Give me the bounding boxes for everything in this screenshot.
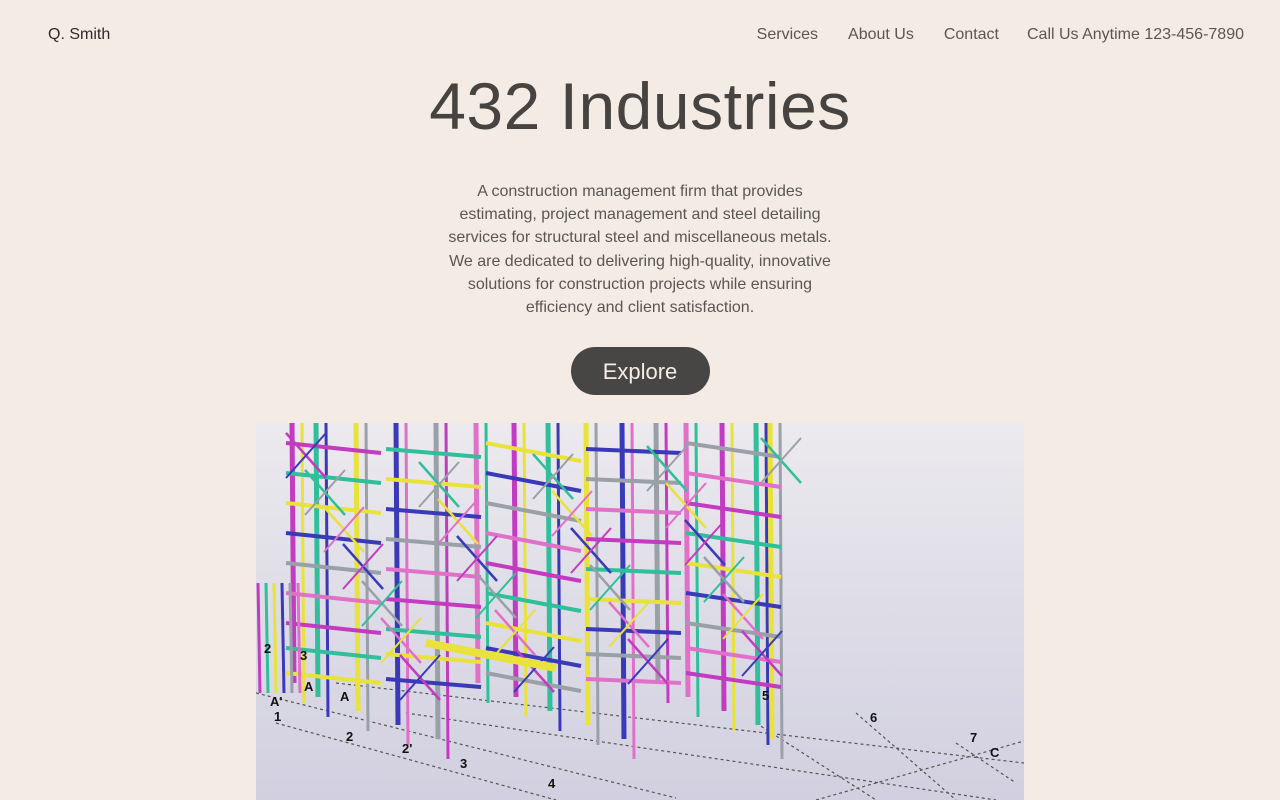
steel-column	[664, 423, 670, 704]
grid-label: C	[990, 745, 1000, 760]
steel-column	[256, 582, 262, 694]
grid-label: 2'	[402, 741, 412, 756]
steel-beam	[425, 639, 557, 672]
grid-label: A	[340, 689, 350, 704]
explore-button[interactable]: Explore	[570, 347, 710, 396]
hero-section: 432 Industries A construction management…	[0, 68, 1280, 396]
steel-column	[324, 423, 330, 718]
steel-column	[653, 423, 661, 684]
nav-contact[interactable]: Contact	[944, 26, 999, 44]
steel-column	[272, 582, 278, 694]
steel-beam	[385, 447, 482, 459]
steel-beam	[485, 671, 582, 693]
steel-column	[296, 582, 302, 694]
steel-beam	[485, 561, 582, 583]
steel-column	[433, 423, 441, 740]
steel-structure-image: 2 3 A' 1 A A 2 2' 3 4 5 6 7 C	[256, 423, 1024, 800]
grid-label: 4	[548, 776, 556, 791]
steel-column	[288, 582, 294, 694]
steel-column	[404, 423, 410, 746]
steel-beam	[485, 471, 582, 493]
grid-label: 3	[460, 756, 467, 771]
hero-title: 432 Industries	[429, 69, 851, 143]
steel-beam	[485, 621, 582, 643]
steel-column	[730, 423, 736, 732]
steel-beam	[385, 597, 482, 609]
hero-description: A construction management firm that prov…	[448, 183, 832, 317]
steel-column	[364, 423, 370, 732]
steel-column	[594, 423, 600, 746]
grid-label: 5	[762, 688, 769, 703]
steel-beam	[385, 677, 482, 689]
steel-column	[511, 423, 519, 698]
steel-structure-model: 2 3 A'1 A A 2 2' 3 4 5 6 7C	[256, 423, 1024, 800]
nav-services[interactable]: Services	[757, 26, 818, 44]
site-header: Q. Smith Services About Us Contact Call …	[0, 0, 1280, 70]
steel-column	[280, 582, 286, 694]
nav-call-phone[interactable]: Call Us Anytime 123-456-7890	[1027, 26, 1244, 44]
steel-beam	[385, 477, 482, 489]
grid-label: A'	[270, 694, 282, 709]
grid-label: A	[304, 679, 314, 694]
grid-line	[955, 742, 1017, 784]
page: Q. Smith Services About Us Contact Call …	[0, 0, 1280, 800]
nav-about-us[interactable]: About Us	[848, 26, 914, 44]
grid-label: 2	[346, 729, 353, 744]
grid-line	[256, 692, 677, 799]
steel-column	[683, 423, 691, 698]
steel-column	[619, 423, 627, 740]
grid-label: 6	[870, 710, 877, 725]
steel-column	[778, 423, 784, 760]
steel-column	[353, 423, 361, 712]
grid-label: 2	[264, 641, 271, 656]
steel-beam	[485, 441, 582, 463]
main-nav: Services About Us Contact Call Us Anytim…	[727, 26, 1244, 44]
grid-line	[275, 722, 557, 800]
brand-logo-text[interactable]: Q. Smith	[48, 26, 110, 44]
grid-label: 3	[300, 648, 307, 663]
steel-column	[313, 423, 321, 698]
grid-line	[405, 712, 997, 800]
grid-label: 1	[274, 709, 281, 724]
steel-column	[264, 582, 270, 694]
grid-label: 7	[970, 730, 977, 745]
steel-column	[473, 423, 481, 684]
steel-beam	[385, 627, 482, 639]
steel-beam	[485, 531, 582, 553]
steel-column	[630, 423, 636, 760]
